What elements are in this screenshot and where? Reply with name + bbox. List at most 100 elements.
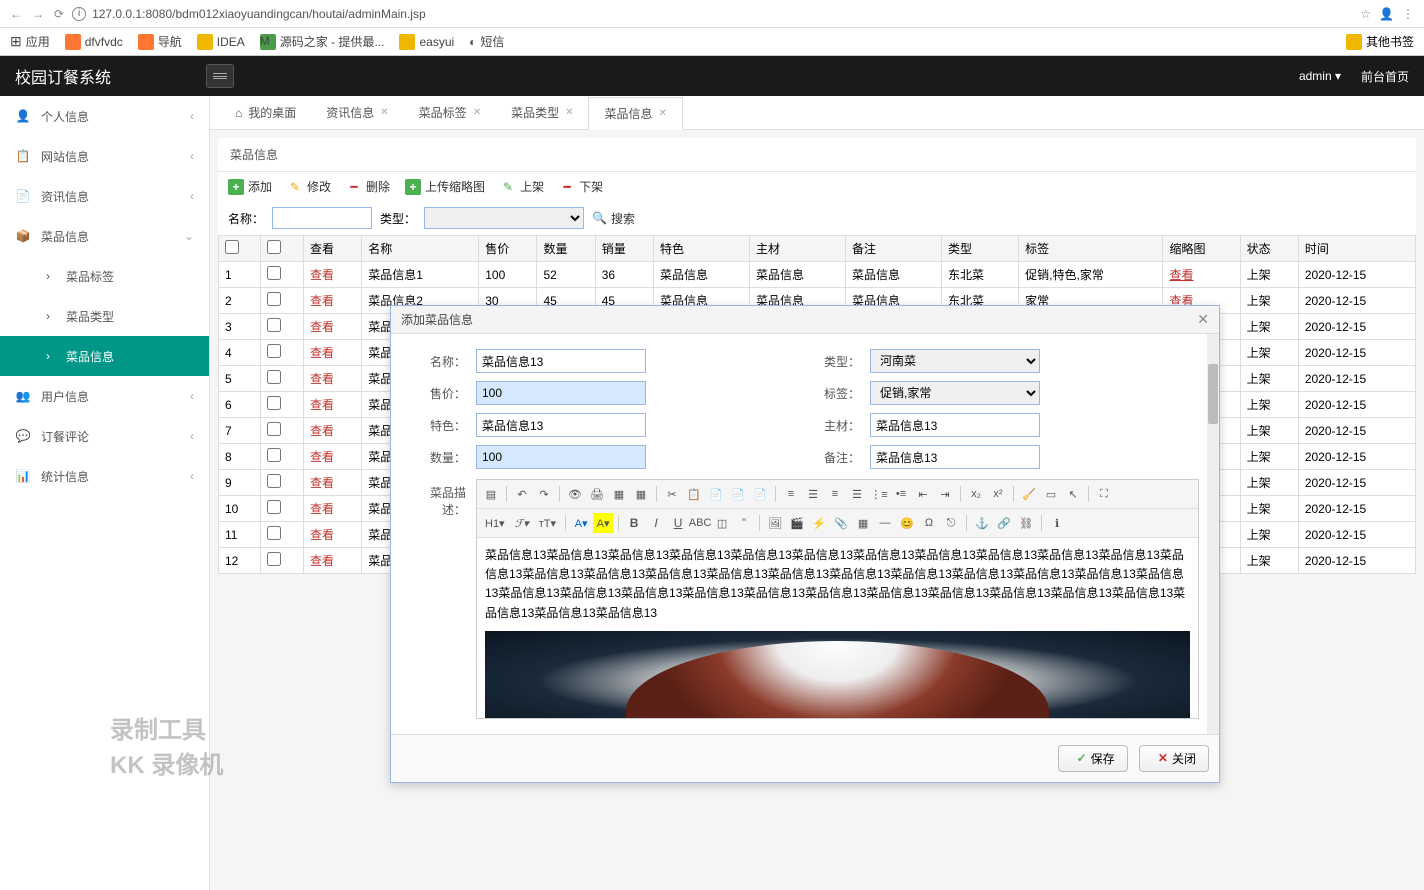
column-header[interactable]: 类型 xyxy=(942,236,1019,262)
bookmark-item[interactable]: ◐短信 xyxy=(469,33,504,50)
tab[interactable]: 菜品标签✕ xyxy=(404,96,496,129)
ts-input[interactable] xyxy=(476,413,646,437)
view-link[interactable]: 查看 xyxy=(310,372,334,386)
row-checkbox[interactable] xyxy=(267,292,281,306)
remove-format-icon[interactable]: ◫ xyxy=(712,513,732,533)
row-checkbox[interactable] xyxy=(267,500,281,514)
paste-word-icon[interactable]: 📄 xyxy=(750,484,770,504)
view-link[interactable]: 查看 xyxy=(310,528,334,542)
column-header[interactable]: 主材 xyxy=(750,236,846,262)
row-checkbox[interactable] xyxy=(267,370,281,384)
align-center-icon[interactable]: ☰ xyxy=(803,484,823,504)
qty-input[interactable] xyxy=(476,445,646,469)
menu-icon[interactable]: ⋮ xyxy=(1402,7,1414,21)
row-checkbox[interactable] xyxy=(267,526,281,540)
view-link[interactable]: 查看 xyxy=(310,424,334,438)
tab[interactable]: 菜品类型✕ xyxy=(496,96,588,129)
copy-icon[interactable]: 📋 xyxy=(684,484,704,504)
bz-input[interactable] xyxy=(870,445,1040,469)
close-icon[interactable]: ✕ xyxy=(380,107,388,118)
row-checkbox[interactable] xyxy=(267,266,281,280)
row-checkbox[interactable] xyxy=(267,448,281,462)
anchor-icon[interactable]: ⚓ xyxy=(972,513,992,533)
close-icon[interactable]: ✕ xyxy=(1197,311,1209,328)
quote-icon[interactable]: " xyxy=(734,513,754,533)
tag-select[interactable]: 促销,家常 xyxy=(870,381,1040,405)
apps-button[interactable]: ⊞ 应用 xyxy=(10,33,50,50)
column-header[interactable]: 缩略图 xyxy=(1163,236,1240,262)
clear-icon[interactable]: 🧹 xyxy=(1019,484,1039,504)
bookmark-item[interactable]: IDEA xyxy=(197,34,245,50)
sub-icon[interactable]: x₂ xyxy=(966,484,986,504)
on-shelf-button[interactable]: ✎上架 xyxy=(500,178,544,195)
row-checkbox[interactable] xyxy=(267,344,281,358)
column-header[interactable]: 数量 xyxy=(537,236,595,262)
hr-icon[interactable]: — xyxy=(875,513,895,533)
close-icon[interactable]: ✕ xyxy=(565,107,573,118)
hamburger-button[interactable] xyxy=(206,64,234,88)
sidebar-item[interactable]: 📄资讯信息‹ xyxy=(0,176,209,216)
align-right-icon[interactable]: ≡ xyxy=(825,484,845,504)
table-row[interactable]: 1查看菜品信息11005236菜品信息菜品信息菜品信息东北菜促销,特色,家常查看… xyxy=(219,262,1416,288)
font-family-icon[interactable]: ℱ▾ xyxy=(511,513,533,533)
sidebar-item[interactable]: 📋网站信息‹ xyxy=(0,136,209,176)
sidebar-item[interactable]: 💬订餐评论‹ xyxy=(0,416,209,456)
reload-icon[interactable]: ⟳ xyxy=(54,7,64,21)
close-button[interactable]: ✕关闭 xyxy=(1139,745,1209,772)
media-icon[interactable]: 🎬 xyxy=(787,513,807,533)
sidebar-item[interactable]: 👥用户信息‹ xyxy=(0,376,209,416)
align-justify-icon[interactable]: ☰ xyxy=(847,484,867,504)
view-link[interactable]: 查看 xyxy=(310,554,334,568)
row-checkbox[interactable] xyxy=(267,422,281,436)
fore-color-icon[interactable]: A▾ xyxy=(571,513,591,533)
view-link[interactable]: 查看 xyxy=(310,346,334,360)
bold-icon[interactable]: B xyxy=(624,513,644,533)
view-link[interactable]: 查看 xyxy=(310,398,334,412)
select-icon[interactable]: ▭ xyxy=(1041,484,1061,504)
paste-text-icon[interactable]: 📄 xyxy=(728,484,748,504)
template-icon[interactable]: ▦ xyxy=(609,484,629,504)
tab[interactable]: ⌂我的桌面 xyxy=(220,96,311,129)
thumb-link[interactable]: 查看 xyxy=(1169,268,1193,282)
tab[interactable]: 菜品信息✕ xyxy=(588,97,682,130)
column-header[interactable]: 销量 xyxy=(595,236,653,262)
upload-thumb-button[interactable]: +上传缩略图 xyxy=(405,178,485,195)
bookmark-item[interactable]: M源码之家 - 提供最... xyxy=(260,33,385,50)
source-icon[interactable]: ▤ xyxy=(481,484,501,504)
underline-icon[interactable]: U xyxy=(668,513,688,533)
price-input[interactable] xyxy=(476,381,646,405)
profile-icon[interactable]: 👤 xyxy=(1379,7,1394,21)
column-header[interactable] xyxy=(261,236,303,262)
view-link[interactable]: 查看 xyxy=(310,476,334,490)
bookmark-item[interactable]: dfvfvdc xyxy=(65,34,123,50)
pagebreak-icon[interactable]: ⎋ xyxy=(941,513,961,533)
off-shelf-button[interactable]: ━下架 xyxy=(559,178,603,195)
other-bookmarks[interactable]: 其他书签 xyxy=(1346,33,1414,50)
bookmark-item[interactable]: easyui xyxy=(399,34,454,50)
view-link[interactable]: 查看 xyxy=(310,268,334,282)
back-color-icon[interactable]: A▾ xyxy=(593,513,613,533)
font-size-icon[interactable]: ᴛT▾ xyxy=(535,513,560,533)
editor-content[interactable]: 菜品信息13菜品信息13菜品信息13菜品信息13菜品信息13菜品信息13菜品信息… xyxy=(477,538,1198,718)
front-link[interactable]: 前台首页 xyxy=(1361,68,1409,85)
special-icon[interactable]: Ω xyxy=(919,513,939,533)
view-link[interactable]: 查看 xyxy=(310,502,334,516)
sup-icon[interactable]: x² xyxy=(988,484,1008,504)
column-header[interactable]: 查看 xyxy=(303,236,361,262)
view-link[interactable]: 查看 xyxy=(310,294,334,308)
heading-icon[interactable]: H1▾ xyxy=(481,513,509,533)
cut-icon[interactable]: ✂ xyxy=(662,484,682,504)
column-header[interactable]: 状态 xyxy=(1240,236,1298,262)
code-icon[interactable]: ▦ xyxy=(631,484,651,504)
add-button[interactable]: +添加 xyxy=(228,178,272,195)
column-header[interactable]: 名称 xyxy=(362,236,479,262)
back-icon[interactable]: ← xyxy=(10,7,22,21)
indent-icon[interactable]: ⇥ xyxy=(935,484,955,504)
close-icon[interactable]: ✕ xyxy=(659,108,667,119)
star-icon[interactable]: ☆ xyxy=(1360,7,1371,21)
fullscreen-icon[interactable]: ⛶ xyxy=(1094,484,1114,504)
strike-icon[interactable]: ABC xyxy=(690,513,710,533)
info-icon[interactable]: i xyxy=(72,7,86,21)
file-icon[interactable]: 📎 xyxy=(831,513,851,533)
column-header[interactable]: 特色 xyxy=(653,236,749,262)
